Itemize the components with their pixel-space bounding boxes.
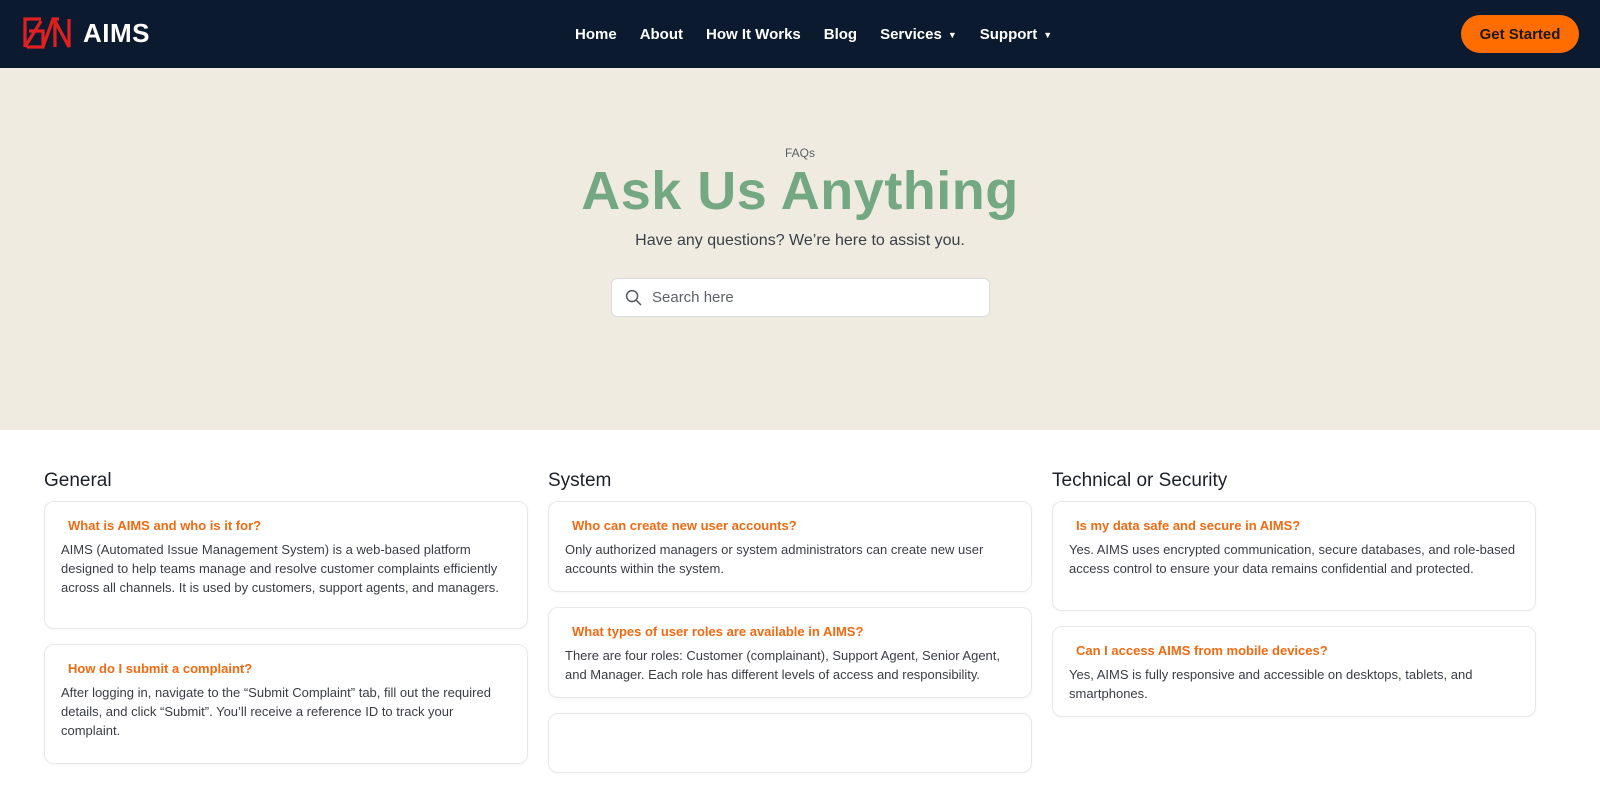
page-title: Ask Us Anything bbox=[581, 161, 1019, 221]
brand[interactable]: AIMS bbox=[23, 17, 150, 49]
faq-question[interactable]: What is AIMS and who is it for? bbox=[61, 518, 511, 533]
faq-answer: Only authorized managers or system admin… bbox=[565, 542, 984, 576]
nav-services[interactable]: Services ▼ bbox=[880, 26, 957, 43]
nav-home-label: Home bbox=[575, 25, 617, 43]
faq-column-system: System Who can create new user accounts?… bbox=[548, 470, 1032, 788]
faq-question[interactable]: What types of user roles are available i… bbox=[565, 624, 1015, 639]
search-box[interactable] bbox=[611, 278, 990, 317]
search-input[interactable] bbox=[652, 282, 972, 313]
faq-card[interactable]: Can I access AIMS from mobile devices? Y… bbox=[1052, 626, 1536, 717]
aims-logo-icon bbox=[23, 17, 71, 49]
faq-answer: After logging in, navigate to the “Submi… bbox=[61, 685, 491, 738]
faq-card[interactable] bbox=[548, 713, 1032, 773]
faq-column-technical-security: Technical or Security Is my data safe an… bbox=[1052, 470, 1536, 732]
faq-question[interactable]: Can I access AIMS from mobile devices? bbox=[1069, 643, 1519, 658]
faq-card[interactable]: What is AIMS and who is it for? AIMS (Au… bbox=[44, 501, 528, 629]
faq-card[interactable]: What types of user roles are available i… bbox=[548, 607, 1032, 698]
nav-how-it-works[interactable]: How It Works bbox=[706, 26, 801, 43]
faq-category-title: General bbox=[44, 470, 112, 491]
search-icon bbox=[625, 289, 642, 306]
hero-subtitle: Have any questions? We’re here to assist… bbox=[635, 232, 965, 249]
faq-answer: Yes, AIMS is fully responsive and access… bbox=[1069, 667, 1473, 701]
nav-blog-label: Blog bbox=[823, 25, 858, 43]
faq-question[interactable]: Is my data safe and secure in AIMS? bbox=[1069, 518, 1519, 533]
brand-name: AIMS bbox=[83, 17, 150, 48]
nav-about-label: About bbox=[639, 25, 684, 43]
faq-answer: Yes. AIMS uses encrypted communication, … bbox=[1069, 542, 1516, 576]
nav-home[interactable]: Home bbox=[575, 26, 617, 43]
chevron-down-icon: ▼ bbox=[1043, 30, 1053, 40]
hero-eyebrow: FAQs bbox=[784, 146, 815, 160]
faq-card[interactable]: Is my data safe and secure in AIMS? Yes.… bbox=[1052, 501, 1536, 611]
nav-support[interactable]: Support ▼ bbox=[980, 26, 1052, 43]
faq-question[interactable]: Who can create new user accounts? bbox=[565, 518, 1015, 533]
faq-card[interactable]: How do I submit a complaint? After loggi… bbox=[44, 644, 528, 764]
faq-hero: FAQs Ask Us Anything Have any questions?… bbox=[0, 68, 1600, 430]
chevron-down-icon: ▼ bbox=[947, 30, 957, 40]
faq-answer: There are four roles: Customer (complain… bbox=[565, 648, 1001, 682]
faq-question[interactable]: How do I submit a complaint? bbox=[61, 661, 511, 676]
faq-column-general: General What is AIMS and who is it for? … bbox=[44, 470, 528, 779]
main-nav: Home About How It Works Blog Services ▼ S… bbox=[575, 0, 1075, 68]
faq-answer: AIMS (Automated Issue Management System)… bbox=[61, 542, 499, 595]
get-started-button[interactable]: Get Started bbox=[1461, 15, 1579, 53]
nav-services-label: Services bbox=[880, 25, 942, 43]
nav-how-it-works-label: How It Works bbox=[706, 25, 801, 43]
faq-category-title: System bbox=[548, 470, 612, 491]
nav-about[interactable]: About bbox=[640, 26, 683, 43]
faq-card[interactable]: Who can create new user accounts? Only a… bbox=[548, 501, 1032, 592]
top-navigation-bar: AIMS Home About How It Works Blog Servic… bbox=[0, 0, 1600, 68]
nav-blog[interactable]: Blog bbox=[824, 26, 857, 43]
nav-support-label: Support bbox=[979, 25, 1038, 43]
faq-category-title: Technical or Security bbox=[1052, 470, 1228, 491]
